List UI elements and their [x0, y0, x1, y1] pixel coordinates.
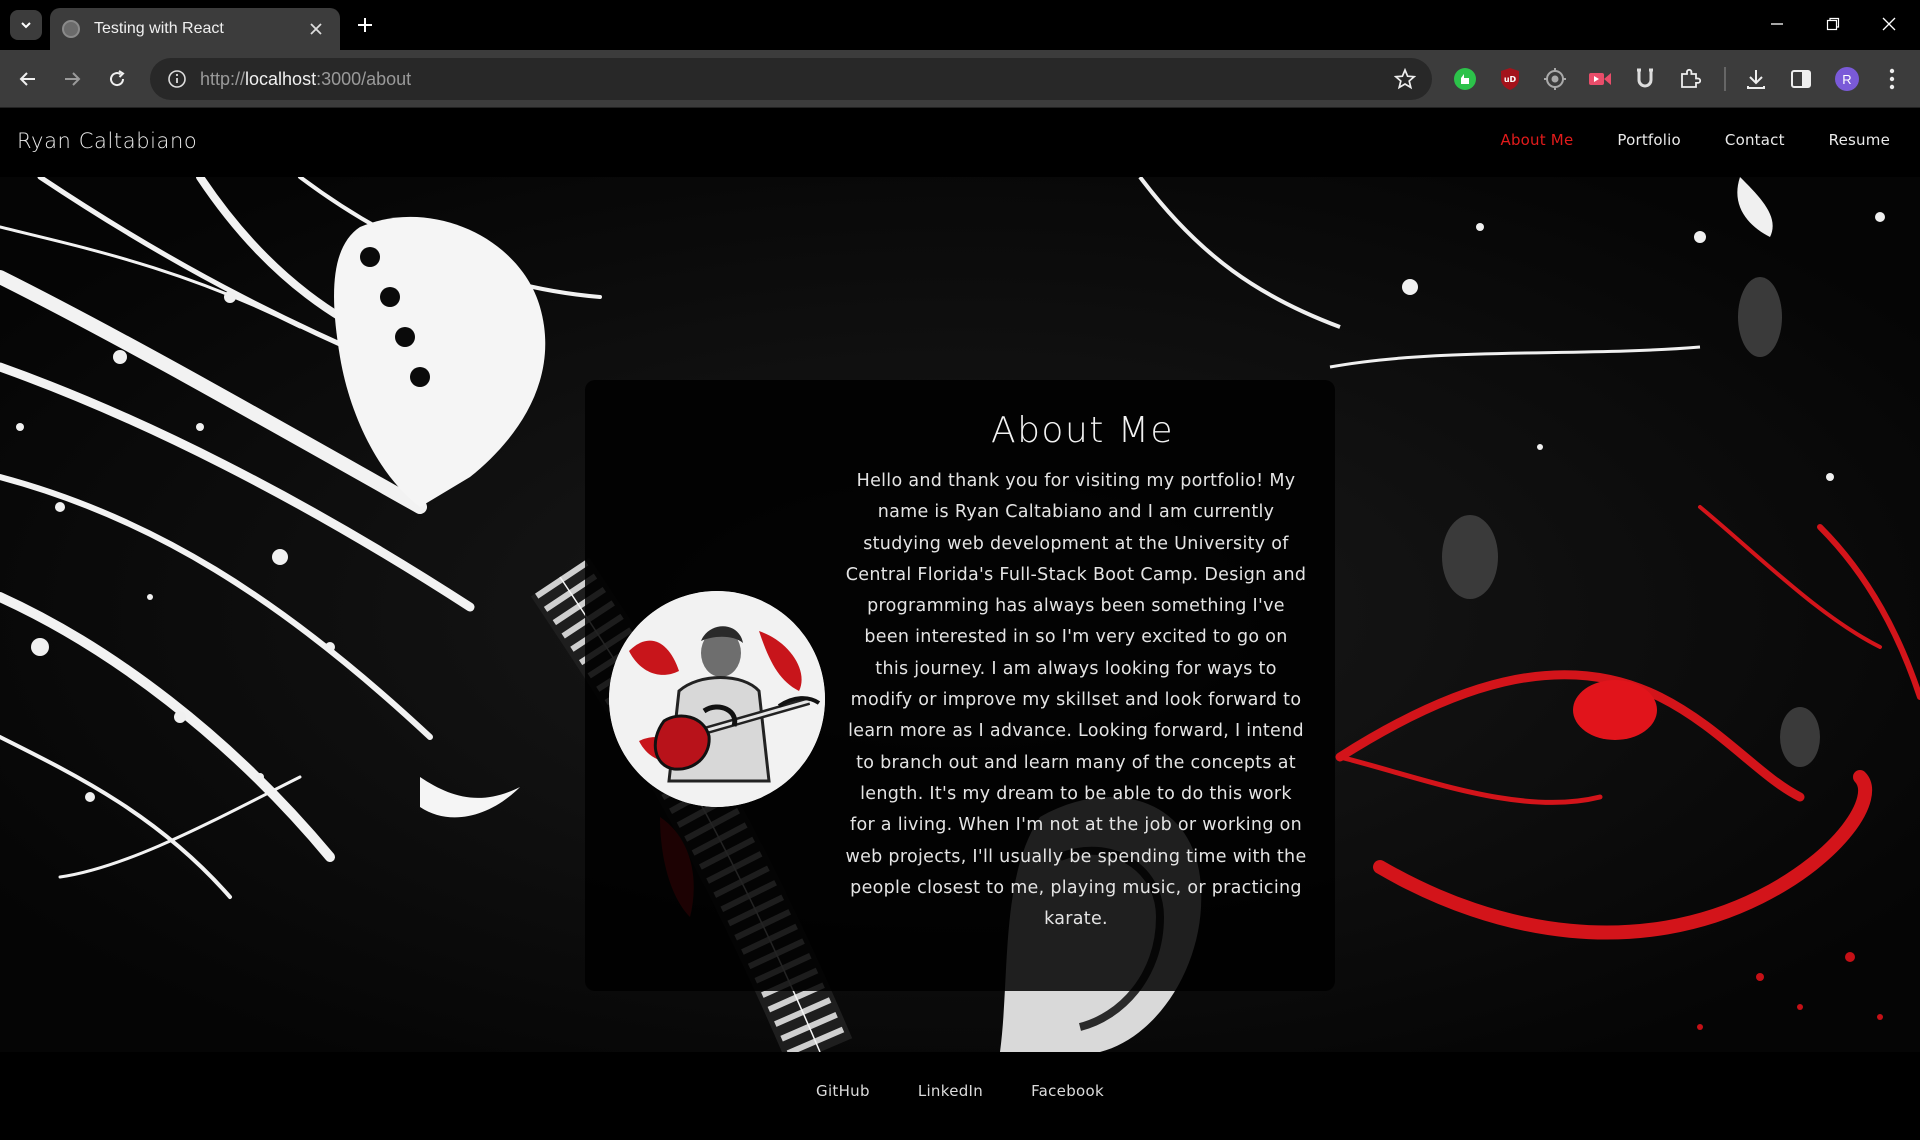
about-title: About Me — [990, 410, 1175, 451]
close-icon — [1882, 17, 1896, 31]
profile-avatar[interactable]: R — [1831, 63, 1863, 95]
ublock-icon[interactable]: uD — [1494, 63, 1526, 95]
minimize-icon — [1771, 23, 1783, 25]
tab-search-button[interactable] — [10, 10, 42, 40]
nav-portfolio[interactable]: Portfolio — [1617, 131, 1681, 149]
profile-initial: R — [1842, 71, 1852, 87]
browser-toolbar: http://localhost:3000/about uD R — [0, 50, 1920, 108]
toolbar-separator — [1724, 67, 1726, 91]
chevron-down-icon — [21, 22, 31, 29]
close-window-button[interactable] — [1867, 8, 1911, 40]
svg-text:uD: uD — [1504, 75, 1517, 84]
url-text: http://localhost:3000/about — [200, 69, 1384, 90]
address-bar[interactable]: http://localhost:3000/about — [150, 58, 1432, 100]
nav-about-me[interactable]: About Me — [1500, 131, 1573, 149]
footer-links: GitHub LinkedIn Facebook — [0, 1082, 1920, 1100]
download-icon[interactable] — [1740, 63, 1772, 95]
kebab-menu-icon — [1889, 68, 1895, 90]
tab-close-button[interactable] — [304, 17, 328, 41]
guitarist-illustration — [609, 591, 825, 807]
restore-button[interactable] — [1811, 8, 1855, 40]
nav-resume[interactable]: Resume — [1829, 131, 1890, 149]
magnet-extension-icon[interactable] — [1629, 63, 1661, 95]
reload-button[interactable] — [101, 63, 133, 95]
about-card: About Me Hello and thank you for visitin… — [585, 380, 1335, 991]
url-scheme: http:// — [200, 68, 246, 89]
url-path: :3000/about — [316, 68, 412, 89]
footer-link-linkedin[interactable]: LinkedIn — [918, 1082, 983, 1100]
footer-link-facebook[interactable]: Facebook — [1031, 1082, 1104, 1100]
minimize-button[interactable] — [1755, 8, 1799, 40]
site-brand[interactable]: Ryan Caltabiano — [17, 129, 197, 153]
url-host: localhost — [245, 68, 317, 89]
site-info-icon[interactable] — [156, 58, 198, 100]
plus-icon — [358, 18, 372, 32]
site-nav: About Me Portfolio Contact Resume — [1456, 131, 1890, 149]
target-extension-icon[interactable] — [1539, 63, 1571, 95]
close-icon — [310, 23, 322, 35]
footer-link-github[interactable]: GitHub — [816, 1082, 870, 1100]
arrow-left-icon — [19, 72, 35, 86]
site-footer: GitHub LinkedIn Facebook — [0, 1052, 1920, 1140]
back-button[interactable] — [12, 63, 44, 95]
restore-icon — [1826, 17, 1840, 31]
nav-contact[interactable]: Contact — [1725, 131, 1785, 149]
reload-icon — [110, 70, 125, 87]
puzzle-icon[interactable] — [1674, 63, 1706, 95]
browser-tab-active[interactable]: Testing with React — [50, 8, 340, 50]
profile-photo — [609, 591, 825, 807]
new-tab-button[interactable] — [351, 11, 379, 39]
browser-tab-bar: Testing with React — [0, 0, 1920, 50]
side-panel-icon[interactable] — [1785, 63, 1817, 95]
hero-section: About Me Hello and thank you for visitin… — [0, 177, 1920, 1052]
extension-green-icon[interactable] — [1449, 63, 1481, 95]
about-paragraph: Hello and thank you for visiting my port… — [845, 471, 1307, 930]
bookmark-star-icon[interactable] — [1384, 58, 1426, 100]
forward-button[interactable] — [56, 63, 88, 95]
site-header: Ryan Caltabiano About Me Portfolio Conta… — [0, 109, 1920, 177]
globe-icon — [62, 20, 80, 38]
video-extension-icon[interactable] — [1584, 63, 1616, 95]
tab-title: Testing with React — [94, 20, 224, 37]
browser-menu-button[interactable] — [1876, 63, 1908, 95]
arrow-right-icon — [65, 72, 81, 86]
